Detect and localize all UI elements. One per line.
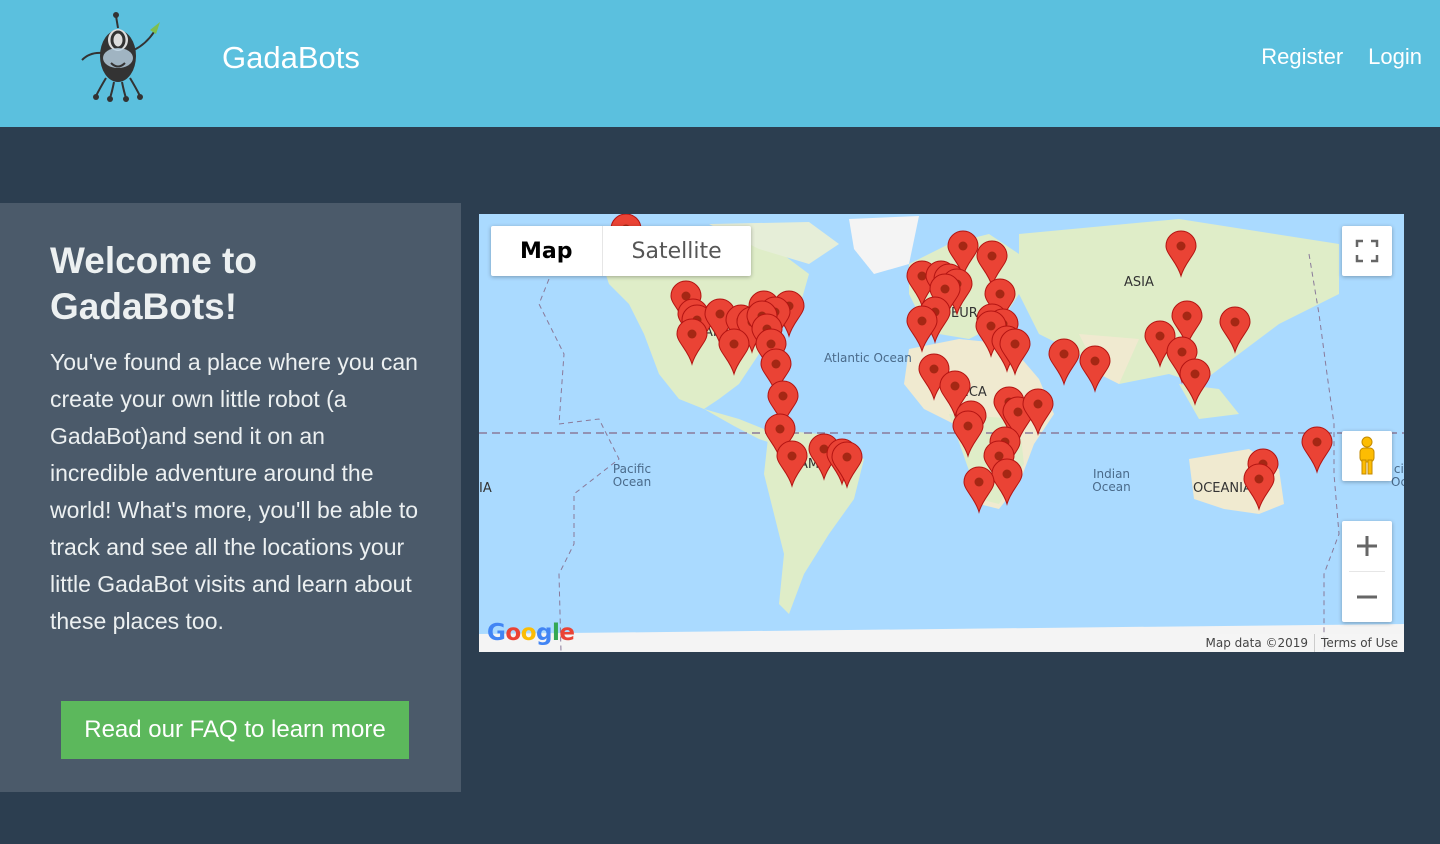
zoom-out-button[interactable]	[1342, 572, 1392, 622]
map-marker-icon[interactable]	[1301, 426, 1333, 474]
map-markers	[610, 214, 1333, 514]
google-logo[interactable]: Google	[487, 620, 575, 646]
fullscreen-icon	[1355, 239, 1379, 263]
faq-button[interactable]: Read our FAQ to learn more	[61, 701, 409, 759]
map-marker-icon[interactable]	[1048, 338, 1080, 386]
zoom-control	[1342, 521, 1392, 622]
map-marker-icon[interactable]	[1219, 306, 1251, 354]
gadabot-logo-icon[interactable]	[70, 8, 170, 106]
map-marker-icon[interactable]	[952, 410, 984, 458]
brand-title[interactable]: GadaBots	[222, 38, 360, 78]
map-type-control: Map Satellite	[491, 226, 751, 276]
map-marker-icon[interactable]	[718, 328, 750, 376]
terms-link[interactable]: Terms of Use	[1314, 634, 1404, 652]
map-marker-icon[interactable]	[999, 328, 1031, 376]
zoom-in-button[interactable]	[1342, 521, 1392, 571]
pegman-icon	[1359, 436, 1375, 475]
street-view-button[interactable]	[1342, 431, 1392, 481]
login-link[interactable]: Login	[1368, 42, 1422, 72]
navbar: GadaBots Register Login	[0, 0, 1440, 127]
world-map[interactable]: Atlantic Ocean Pacific Ocean Indian Ocea…	[479, 214, 1404, 652]
nav-links: Register Login	[1261, 42, 1422, 72]
map-marker-icon[interactable]	[831, 441, 863, 489]
plus-icon	[1357, 536, 1377, 556]
map-marker-icon[interactable]	[991, 458, 1023, 506]
map-marker-icon[interactable]	[906, 305, 938, 353]
register-link[interactable]: Register	[1261, 42, 1343, 72]
map-marker-icon[interactable]	[1243, 463, 1275, 511]
map-type-satellite[interactable]: Satellite	[603, 226, 751, 276]
map-marker-icon[interactable]	[1022, 388, 1054, 436]
map-data-text: Map data ©2019	[1205, 636, 1309, 650]
map-type-map[interactable]: Map	[491, 226, 603, 276]
map-marker-icon[interactable]	[963, 466, 995, 514]
minus-icon	[1357, 595, 1377, 599]
map-marker-icon[interactable]	[1165, 230, 1197, 278]
map-marker-icon[interactable]	[1179, 358, 1211, 406]
map-marker-icon[interactable]	[1079, 345, 1111, 393]
welcome-text: You've found a place where you can creat…	[50, 349, 418, 634]
fullscreen-button[interactable]	[1342, 226, 1392, 276]
map-marker-icon[interactable]	[676, 318, 708, 366]
map-attribution: Map data ©2019 Terms of Use	[1199, 634, 1404, 652]
map-marker-icon[interactable]	[776, 440, 808, 488]
welcome-title: Welcome to GadaBots!	[50, 240, 257, 327]
